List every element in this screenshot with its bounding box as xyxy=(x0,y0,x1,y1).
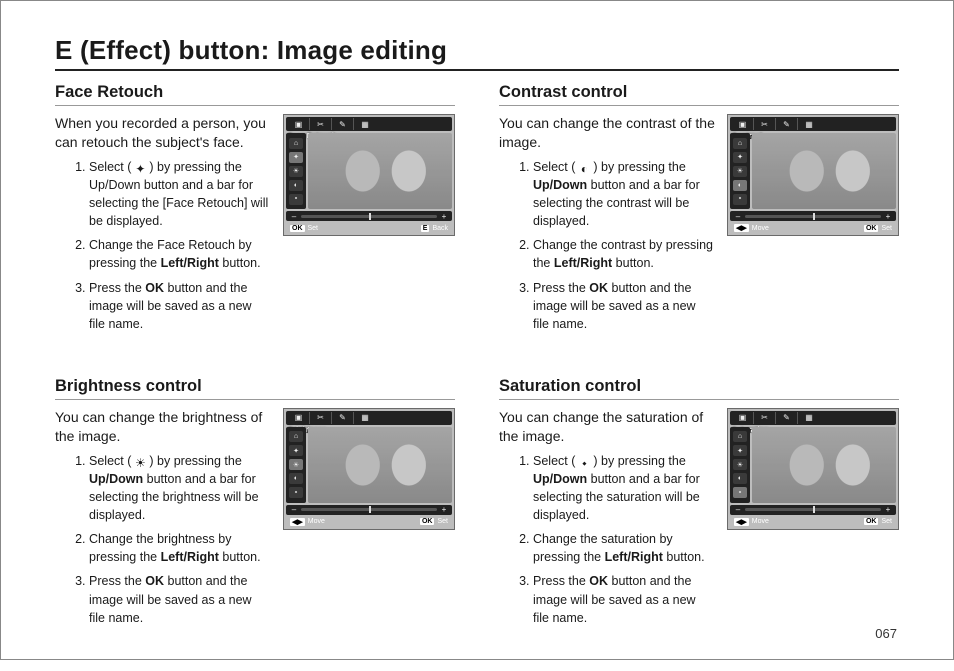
step-2: Change the brightness by pressing the Le… xyxy=(89,530,271,566)
lcd-face-retouch: ▣ ✂ ✎ ▦ Face Retouch ⌂ ✦ ☀ ◐ ⬩ xyxy=(283,114,455,236)
lcd-top-tabs: ▣ ✂ ✎ ▦ xyxy=(286,117,452,131)
steps-list: Select (⬩) by pressing the Up/Down butto… xyxy=(499,452,715,627)
lcd-side-icons: ⌂ ✦ ☀ ◐ ⬩ xyxy=(286,133,306,209)
lcd-tab-icon: ▣ xyxy=(288,118,310,130)
section-face-retouch: Face Retouch When you recorded a person,… xyxy=(55,83,455,339)
step-1: Select (◐) by pressing the Up/Down butto… xyxy=(533,158,715,231)
lcd-tab-icon: ▦ xyxy=(354,118,376,130)
intro-text: When you recorded a person, you can reto… xyxy=(55,114,271,152)
intro-text: You can change the saturation of the ima… xyxy=(499,408,715,446)
intro-text: You can change the brightness of the ima… xyxy=(55,408,271,446)
lcd-adjust-bar: – + xyxy=(286,211,452,221)
lcd-tab-icon: ✎ xyxy=(332,118,354,130)
section-contrast: Contrast control You can change the cont… xyxy=(499,83,899,339)
page-number: 067 xyxy=(875,626,897,641)
lcd-tab-icon: ✂ xyxy=(310,118,332,130)
lcd-saturation: ▣✂✎▦ Saturation ⌂✦☀◐⬩ –+ ◀▶MoveOKSet xyxy=(727,408,899,530)
section-brightness: Brightness control You can change the br… xyxy=(55,377,455,633)
saturation-icon: ⬩ xyxy=(575,456,593,470)
steps-list: Select (☀) by pressing the Up/Down butto… xyxy=(55,452,271,627)
step-3: Press the OK button and the image will b… xyxy=(89,572,271,626)
brightness-icon: ☀ xyxy=(131,456,149,470)
lcd-brightness: ▣✂✎▦ Brightness ⌂✦☀◐⬩ –+ ◀▶MoveOKSet xyxy=(283,408,455,530)
step-3: Press the OK button and the image will b… xyxy=(533,572,715,626)
face-retouch-icon: ✦ xyxy=(131,162,149,176)
section-heading: Brightness control xyxy=(55,377,455,400)
section-heading: Face Retouch xyxy=(55,83,455,106)
lcd-footer: OKSet EBack xyxy=(286,223,452,233)
step-1: Select (✦) by pressing the Up/Down butto… xyxy=(89,158,271,231)
lcd-photo-preview xyxy=(308,133,452,209)
step-3: Press the OK button and the image will b… xyxy=(89,279,271,333)
intro-text: You can change the contrast of the image… xyxy=(499,114,715,152)
step-1: Select (☀) by pressing the Up/Down butto… xyxy=(89,452,271,525)
section-heading: Contrast control xyxy=(499,83,899,106)
step-2: Change the saturation by pressing the Le… xyxy=(533,530,715,566)
steps-list: Select (✦) by pressing the Up/Down butto… xyxy=(55,158,271,333)
steps-list: Select (◐) by pressing the Up/Down butto… xyxy=(499,158,715,333)
section-saturation: Saturation control You can change the sa… xyxy=(499,377,899,633)
page-title: E (Effect) button: Image editing xyxy=(55,35,899,71)
contrast-icon: ◐ xyxy=(575,162,593,176)
section-heading: Saturation control xyxy=(499,377,899,400)
step-2: Change the contrast by pressing the Left… xyxy=(533,236,715,272)
step-2: Change the Face Retouch by pressing the … xyxy=(89,236,271,272)
lcd-contrast: ▣✂✎▦ Contrast ⌂✦☀◐⬩ –+ ◀▶MoveOKSet xyxy=(727,114,899,236)
step-1: Select (⬩) by pressing the Up/Down butto… xyxy=(533,452,715,525)
step-3: Press the OK button and the image will b… xyxy=(533,279,715,333)
